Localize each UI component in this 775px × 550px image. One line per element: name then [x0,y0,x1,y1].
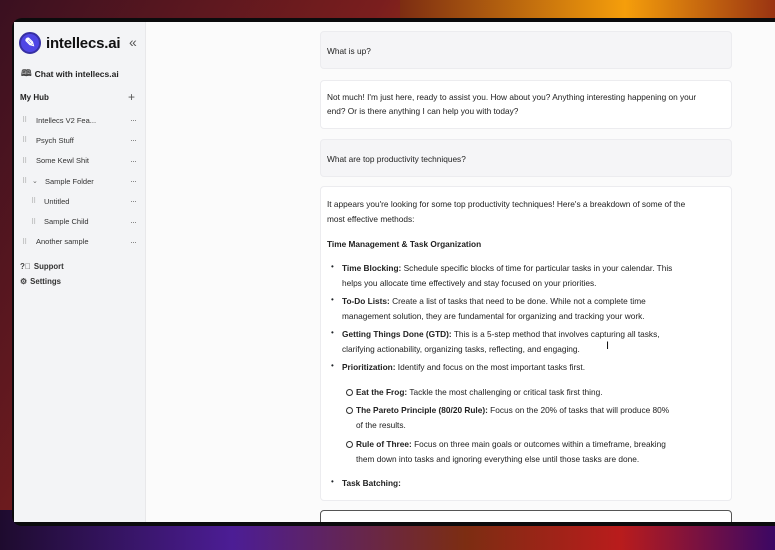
gear-icon: ⚙ [20,277,28,286]
sidebar-item-label: Some Kewl Shit [36,156,89,166]
sidebar: ✎ intellecs.ai « 🕮 Chat with intellecs.a… [14,22,146,522]
answer-sub-bullet: The Pareto Principle (80/20 Rule): Focus… [356,405,670,415]
drag-handle-icon[interactable]: ⠿ [22,136,27,144]
sidebar-item-label: Untitled [44,196,70,206]
more-icon[interactable]: ··· [130,135,137,145]
answer-bullet: Prioritization: Identify and focus on th… [342,362,586,372]
sub-bullet-icon [346,389,353,396]
answer-bullet: Getting Things Done (GTD): This is a 5-s… [342,329,660,339]
hub-tree: ⠿ Intellecs V2 Fea... ··· ⠿ Psych Stuff … [14,110,145,252]
sidebar-item-label: Psych Stuff [36,135,74,145]
assistant-message-line: end? Or is there anything I can help you… [327,106,519,116]
app-window: ✎ intellecs.ai « 🕮 Chat with intellecs.a… [14,22,775,522]
answer-bullet: Task Batching: [342,478,401,488]
more-icon[interactable]: ··· [130,156,137,166]
answer-intro: most effective methods: [327,214,415,224]
collapse-sidebar-icon[interactable]: « [129,34,137,50]
assistant-message: Not much! I'm just here, ready to assist… [320,80,732,129]
answer-bullet: Time Blocking: Schedule specific blocks … [342,263,673,273]
add-icon[interactable]: + [128,90,135,104]
bullet-icon: • [331,328,334,337]
sidebar-item-label: Sample Child [44,217,89,227]
hub-title: My Hub [20,92,49,102]
help-icon: ?⃝ [20,262,31,271]
logo-icon: ✎ [19,32,41,54]
support-link[interactable]: ?⃝ Support [20,259,64,274]
drag-handle-icon[interactable]: ⠿ [22,116,27,124]
chat-link[interactable]: 🕮 Chat with intellecs.ai [14,66,145,82]
sidebar-item[interactable]: ⠿ Intellecs V2 Fea... ··· [14,110,145,130]
answer-sub-bullet: Rule of Three: Focus on three main goals… [356,439,666,449]
answer-bullet-cont: management solution, they are fundamenta… [342,311,645,321]
brand-name: intellecs.ai [46,34,121,52]
bullet-icon: • [331,477,334,486]
answer-bullet-cont: helps you allocate time effectively and … [342,278,597,288]
sub-bullet-icon [346,441,353,448]
settings-label: Settings [30,277,61,286]
chat-area: What is up? Not much! I'm just here, rea… [146,22,775,522]
answer-sub-bullet-cont: them down into tasks and ignoring everyt… [356,454,640,464]
more-icon[interactable]: ··· [130,217,137,227]
sidebar-item-label: Another sample [36,237,89,247]
support-label: Support [33,262,64,271]
sidebar-item[interactable]: ⠿ Sample Child ··· [14,211,145,231]
sidebar-item[interactable]: ⠿ Another sample ··· [14,232,145,252]
more-icon[interactable]: ··· [130,237,137,247]
user-message: What is up? [320,31,732,69]
assistant-message-line: Not much! I'm just here, ready to assist… [327,92,697,102]
sidebar-item-label: Intellecs V2 Fea... [36,115,97,125]
more-icon[interactable]: ··· [130,176,137,186]
settings-link[interactable]: ⚙ Settings [20,274,64,289]
answer-intro: It appears you're looking for some top p… [327,199,686,209]
sub-bullet-icon [346,407,353,414]
user-message-text: What is up? [327,46,371,56]
answer-sub-bullet: Eat the Frog: Tackle the most challengin… [356,387,603,397]
drag-handle-icon[interactable]: ⠿ [31,197,36,205]
answer-sub-bullet-cont: of the results. [356,420,406,430]
sidebar-item[interactable]: ⠿ Psych Stuff ··· [14,130,145,150]
bullet-icon: • [331,295,334,304]
more-icon[interactable]: ··· [130,115,137,125]
bullet-icon: • [331,262,334,271]
chevron-down-icon[interactable]: ⌄ [32,177,38,185]
sidebar-folder[interactable]: ⠿ ⌄ Sample Folder ··· [14,171,145,191]
sidebar-item[interactable]: ⠿ Untitled ··· [14,191,145,211]
drag-handle-icon[interactable]: ⠿ [31,218,36,226]
user-message-text: What are top productivity techniques? [327,154,466,164]
answer-bullet: To-Do Lists: Create a list of tasks that… [342,296,646,306]
user-message: What are top productivity techniques? [320,139,732,177]
message-input[interactable] [320,510,732,522]
sidebar-footer: ?⃝ Support ⚙ Settings [20,259,64,289]
more-icon[interactable]: ··· [130,196,137,206]
bullet-icon: • [331,361,334,370]
assistant-message: It appears you're looking for some top p… [320,186,732,501]
answer-bullet-cont: clarifying actionability, organizing tas… [342,344,580,354]
drag-handle-icon[interactable]: ⠿ [22,157,27,165]
sidebar-item-label: Sample Folder [45,176,94,186]
brand[interactable]: ✎ intellecs.ai [14,30,145,56]
answer-heading: Time Management & Task Organization [327,239,482,249]
book-icon: 🕮 [21,68,32,78]
chat-link-label: Chat with intellecs.ai [34,69,119,79]
hub-header: My Hub + [14,90,145,104]
drag-handle-icon[interactable]: ⠿ [22,238,27,246]
drag-handle-icon[interactable]: ⠿ [22,177,27,185]
sidebar-item[interactable]: ⠿ Some Kewl Shit ··· [14,151,145,171]
text-cursor-icon: I [606,340,610,352]
